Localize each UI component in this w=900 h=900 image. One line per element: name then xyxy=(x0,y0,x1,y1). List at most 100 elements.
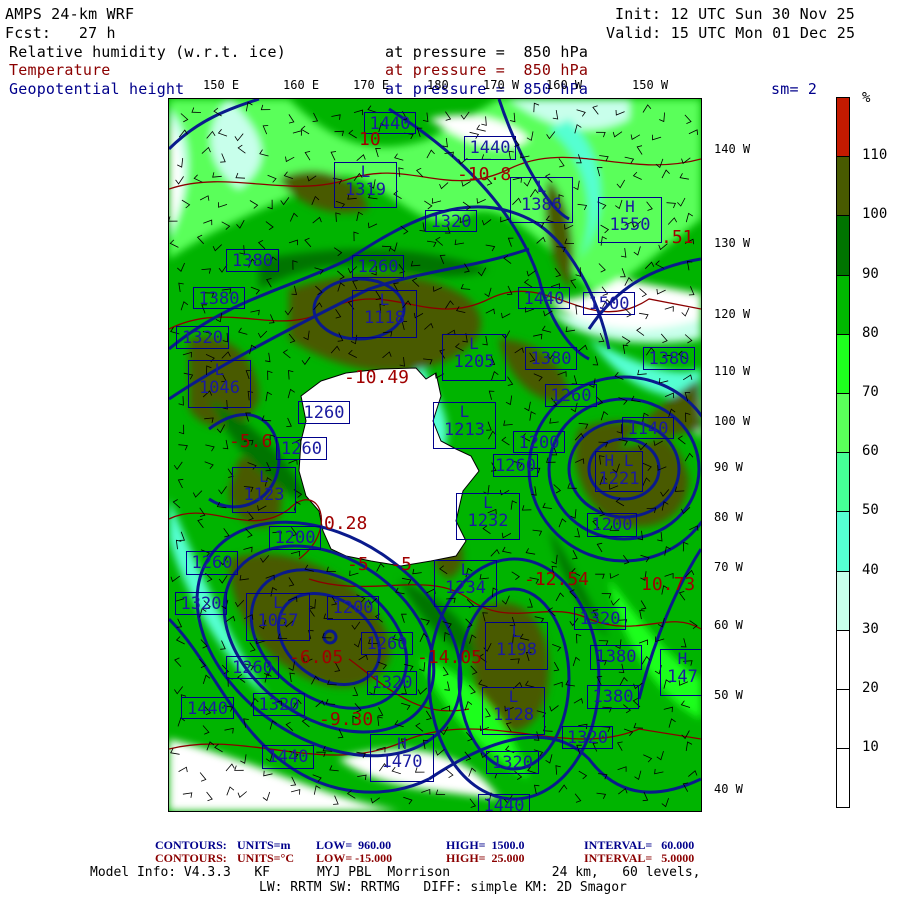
wind-barb xyxy=(488,390,495,400)
wind-barb xyxy=(261,415,272,422)
wind-barb xyxy=(178,444,188,451)
field-height-name: Geopotential height xyxy=(9,80,185,98)
wind-barb xyxy=(657,532,663,542)
height-contour-label: 1200 xyxy=(587,513,637,537)
colorbar-bin xyxy=(836,97,850,158)
height-contour-label: 1320 xyxy=(367,671,417,695)
wind-barb xyxy=(178,282,184,293)
wind-barb xyxy=(202,674,211,685)
wind-barb xyxy=(555,765,561,775)
wind-barb xyxy=(412,568,422,575)
colorbar-bin xyxy=(836,156,850,217)
wind-barb xyxy=(487,773,498,779)
height-contour-label: H 1550 xyxy=(598,197,662,243)
wind-barb xyxy=(668,718,676,728)
wind-barb xyxy=(357,774,367,781)
wind-barb xyxy=(558,784,568,793)
height-value: 1260 xyxy=(550,386,592,406)
wind-barb xyxy=(574,528,581,538)
wind-barb xyxy=(549,705,559,712)
wind-barb xyxy=(282,349,291,359)
lat-label: 120 W xyxy=(714,307,751,321)
wind-barb xyxy=(368,222,378,229)
wind-barb xyxy=(288,239,298,246)
low-pressure-marker: L xyxy=(259,467,269,486)
height-value: 1380 xyxy=(530,349,572,369)
height-contour-label: 1200 xyxy=(269,526,321,550)
wind-barb xyxy=(571,375,578,385)
wind-barb xyxy=(353,109,364,116)
lon-label: 160 W xyxy=(546,78,583,92)
wind-barb xyxy=(390,242,398,252)
field-rh-level: at pressure = 850 hPa xyxy=(385,43,589,61)
wind-barb xyxy=(573,697,583,704)
wind-barb xyxy=(224,727,234,734)
wind-barb xyxy=(525,548,536,555)
high-pressure-marker: H xyxy=(677,649,688,668)
height-contour-label: H L 1221 xyxy=(595,451,643,492)
wind-barb xyxy=(415,722,424,732)
wind-barb xyxy=(250,309,260,316)
wind-barb xyxy=(490,549,500,557)
wind-barb xyxy=(639,609,645,620)
height-contour-label: 1440 xyxy=(518,287,570,309)
height-contour-label: 1380 xyxy=(587,685,639,709)
wind-barb xyxy=(265,352,271,363)
height-value: 1128 xyxy=(493,705,534,725)
lat-label: 140 W xyxy=(714,142,751,156)
height-contour-label: L 1213 xyxy=(433,402,496,449)
height-value: 1140 xyxy=(627,419,669,439)
wind-barb xyxy=(533,333,543,340)
colorbar-label: 80 xyxy=(862,324,879,341)
wind-barb xyxy=(521,505,532,511)
temperature-contour-label: 10 xyxy=(359,129,381,150)
wind-barb xyxy=(553,484,562,494)
colorbar-bin xyxy=(836,629,850,690)
lon-label: 170 E xyxy=(353,78,390,92)
wind-barb xyxy=(622,344,629,354)
wind-barb xyxy=(485,244,496,252)
low-pressure-marker: L xyxy=(508,687,519,706)
wind-barb xyxy=(553,661,560,672)
wind-barb xyxy=(290,550,301,557)
height-contour-label: L 1046 xyxy=(188,360,251,408)
colorbar-bin xyxy=(836,452,850,513)
low-pressure-marker: L xyxy=(214,360,225,379)
wind-barb xyxy=(501,546,512,554)
init-time: Init: 12 UTC Sun 30 Nov 25 xyxy=(615,5,855,23)
wind-barb xyxy=(506,285,513,295)
height-value: 1320 xyxy=(182,328,223,348)
temp-contour-units: UNITS=°C xyxy=(237,851,294,865)
colorbar-label: 40 xyxy=(862,561,879,578)
height-contour-label: 1260 xyxy=(276,437,327,460)
height-value: 1320 xyxy=(579,609,621,629)
wind-barb xyxy=(172,499,181,509)
wind-barb xyxy=(426,240,437,248)
wind-barb xyxy=(542,502,552,509)
height-value: 1260 xyxy=(357,257,399,277)
wind-barb xyxy=(677,435,686,445)
wind-barb xyxy=(178,424,185,435)
high-pressure-marker: H xyxy=(397,734,407,753)
wind-barb xyxy=(377,707,384,717)
wind-barb xyxy=(288,369,294,380)
height-value: 1260 xyxy=(281,439,322,459)
height-contour-label: 1320 xyxy=(175,592,227,615)
height-value: 1232 xyxy=(467,511,509,531)
wind-barb xyxy=(304,237,312,248)
wind-barb xyxy=(419,222,425,232)
wind-barb xyxy=(501,436,510,446)
wind-barb xyxy=(174,686,184,695)
height-contour-label: L 1057 xyxy=(246,593,310,641)
colorbar-bin xyxy=(836,689,850,750)
lat-label: 70 W xyxy=(714,560,743,574)
wind-barb xyxy=(600,411,609,421)
temperature-contour-label: 10.73 xyxy=(641,574,696,595)
wind-barb xyxy=(552,644,562,652)
wind-barb xyxy=(417,687,428,695)
wind-barb xyxy=(541,325,552,333)
wind-barb xyxy=(353,231,359,242)
height-contour-label: 1260 xyxy=(298,401,350,424)
wind-barb xyxy=(257,330,268,339)
wind-barb xyxy=(202,725,210,735)
